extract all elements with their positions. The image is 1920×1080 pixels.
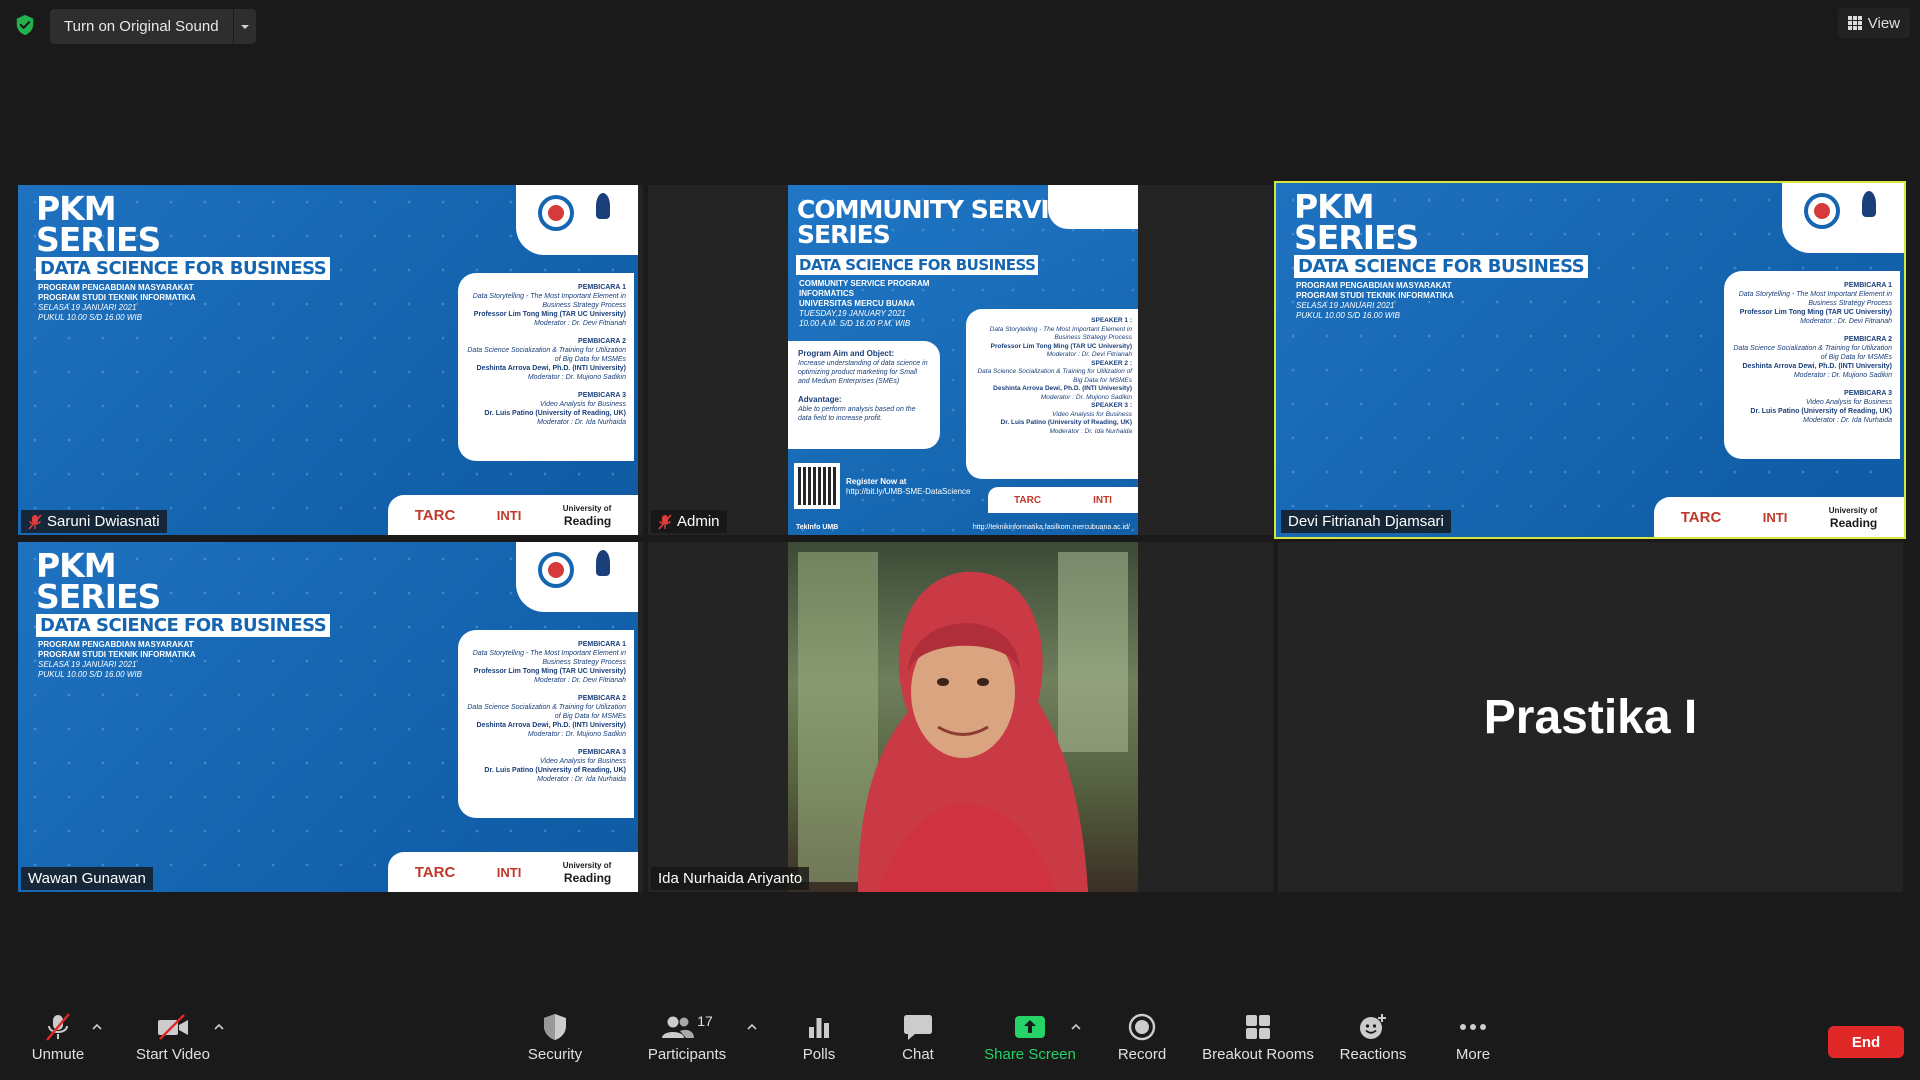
share-options-caret-icon[interactable]: [1069, 1020, 1083, 1034]
view-button[interactable]: View: [1837, 8, 1910, 38]
participant-name-tag: Ida Nurhaida Ariyanto: [651, 867, 810, 890]
participant-name-tag: Wawan Gunawan: [21, 867, 153, 890]
shared-slide-poster: PKM SERIES DATA SCIENCE FOR BUSINESS PROG…: [18, 542, 638, 892]
video-off-icon: [158, 1014, 188, 1040]
poster-speakers: PEMBICARA 1 Data Storytelling - The Most …: [458, 630, 634, 818]
poster-info: COMMUNITY SERVICE PROGRAM INFORMATICS UNIV…: [799, 279, 930, 328]
partner-logos: TARC INTI University of Reading: [388, 852, 638, 892]
participant-tile[interactable]: Prastika I: [1278, 542, 1903, 892]
poster-title: PKM SERIES: [36, 189, 161, 259]
muted-microphone-icon: [46, 1013, 70, 1041]
muted-mic-icon: [28, 513, 42, 530]
poster-subtitle: DATA SCIENCE FOR BUSINESS: [796, 255, 1039, 275]
breakout-rooms-grid-icon: [1246, 1015, 1270, 1039]
poster-speakers: PEMBICARA 1 Data Storytelling - The Most …: [1724, 271, 1900, 459]
record-icon: [1128, 1013, 1156, 1041]
original-sound-control: Turn on Original Sound: [50, 9, 256, 44]
share-screen-arrow-icon: [1015, 1016, 1045, 1038]
poster-title: PKM SERIES: [36, 546, 161, 616]
poster-register: Register Now at http://bit.ly/UMB-SME-Dat…: [846, 477, 971, 496]
security-shield-icon: [544, 1014, 566, 1040]
partner-logos: TARC INTI University of Reading: [1654, 497, 1904, 537]
original-sound-button[interactable]: Turn on Original Sound: [50, 9, 234, 44]
security-button[interactable]: Security: [500, 1010, 610, 1063]
shared-slide-poster: PKM SERIES DATA SCIENCE FOR BUSINESS PROG…: [1276, 183, 1904, 537]
poster-subtitle: DATA SCIENCE FOR BUSINESS: [36, 257, 331, 280]
record-button[interactable]: Record: [1087, 1010, 1197, 1063]
participant-name-tag: Devi Fitrianah Djamsari: [1281, 510, 1451, 533]
university-logos: [516, 185, 638, 255]
polls-button[interactable]: Polls: [764, 1010, 874, 1063]
view-label: View: [1867, 14, 1900, 32]
university-logos: [1782, 183, 1904, 253]
poster-aim: Program Aim and Object: Increase understa…: [788, 341, 940, 449]
participants-options-caret-icon[interactable]: [745, 1020, 759, 1034]
caret-down-icon: [240, 24, 249, 29]
meeting-toolbar: Unmute Start Video Security 17 Participa…: [0, 996, 1920, 1080]
chat-button[interactable]: Chat: [863, 1010, 973, 1063]
person-video-image: [858, 571, 1088, 892]
participant-tile-active-speaker[interactable]: PKM SERIES DATA SCIENCE FOR BUSINESS PROG…: [1274, 181, 1906, 539]
participants-icon: [662, 1016, 695, 1038]
reactions-button[interactable]: Reactions: [1318, 1010, 1428, 1063]
more-dots-icon: [1460, 1024, 1486, 1030]
poster-speakers: SPEAKER 1 : Data Storytelling - The Most …: [966, 309, 1138, 479]
video-options-caret-icon[interactable]: [212, 1020, 226, 1034]
poster-program: PROGRAM PENGABDIAN MASYARAKAT PROGRAM STU…: [1296, 281, 1454, 320]
participant-name-tag: Saruni Dwiasnati: [21, 510, 167, 533]
start-video-button[interactable]: Start Video: [118, 1010, 228, 1063]
encryption-shield-icon[interactable]: [14, 14, 36, 36]
polls-bar-chart-icon: [809, 1018, 829, 1038]
chat-bubble-icon: [904, 1015, 932, 1040]
poster-program: PROGRAM PENGABDIAN MASYARAKAT PROGRAM STU…: [38, 283, 196, 322]
participant-tile[interactable]: Ida Nurhaida Ariyanto: [648, 542, 1273, 892]
poster-program: PROGRAM PENGABDIAN MASYARAKAT PROGRAM STU…: [38, 640, 196, 679]
poster-title: PKM SERIES: [1294, 187, 1419, 257]
participants-count: 17: [697, 1013, 713, 1029]
breakout-rooms-button[interactable]: Breakout Rooms: [1202, 1010, 1314, 1063]
original-sound-dropdown[interactable]: [234, 9, 256, 44]
university-logos: [516, 542, 638, 612]
qr-code: [794, 463, 840, 509]
university-logos: [1048, 185, 1138, 229]
reactions-smiley-icon: [1360, 1014, 1386, 1039]
participants-button[interactable]: 17 Participants: [632, 1010, 742, 1063]
poster-title: COMMUNITY SERVICE SERIES: [797, 195, 1083, 249]
participant-video: [788, 542, 1138, 892]
share-screen-button[interactable]: Share Screen: [975, 1010, 1085, 1063]
poster-subtitle: DATA SCIENCE FOR BUSINESS: [1294, 255, 1589, 278]
partner-logos: TARC INTI: [988, 487, 1138, 513]
audio-options-caret-icon[interactable]: [90, 1020, 104, 1034]
partner-logos: TARC INTI University of Reading: [388, 495, 638, 535]
poster-footer: TekInfo UMB http://teknikinformatika.fasi…: [796, 524, 1130, 531]
participant-name-tag: Admin: [651, 510, 727, 533]
grid-view-icon: [1847, 16, 1862, 30]
participant-display-name: Prastika I: [1483, 690, 1698, 744]
end-meeting-button[interactable]: End: [1828, 1026, 1904, 1058]
participant-tile[interactable]: COMMUNITY SERVICE SERIES DATA SCIENCE FOR…: [648, 185, 1273, 535]
shared-slide-poster: COMMUNITY SERVICE SERIES DATA SCIENCE FOR…: [788, 185, 1138, 535]
poster-subtitle: DATA SCIENCE FOR BUSINESS: [36, 614, 331, 637]
poster-speakers: PEMBICARA 1 Data Storytelling - The Most …: [458, 273, 634, 461]
shared-slide-poster: PKM SERIES DATA SCIENCE FOR BUSINESS PROG…: [18, 185, 638, 535]
unmute-button[interactable]: Unmute: [3, 1010, 113, 1063]
participant-tile[interactable]: PKM SERIES DATA SCIENCE FOR BUSINESS PROG…: [18, 185, 643, 535]
more-button[interactable]: More: [1418, 1010, 1528, 1063]
participant-tile[interactable]: PKM SERIES DATA SCIENCE FOR BUSINESS PROG…: [18, 542, 643, 892]
muted-mic-icon: [658, 513, 672, 530]
